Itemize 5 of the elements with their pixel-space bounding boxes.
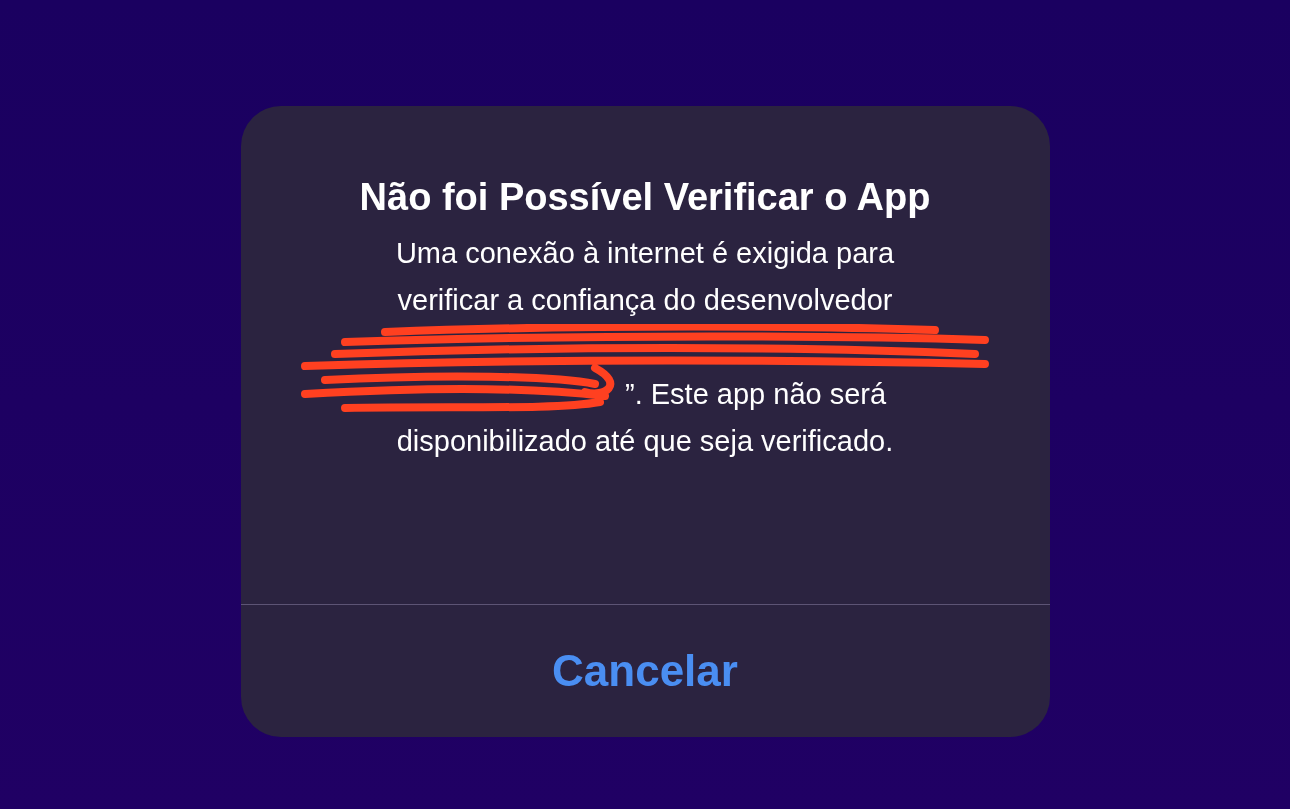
alert-message: disponibilizado até que seja verificado. (395, 424, 895, 459)
alert-title: Não foi Possível Verificar o App (358, 175, 932, 220)
alert-message: Uma conexão à internet é exigida para verificar a confiança do desenvolvedor (394, 236, 896, 318)
cancel-button[interactable]: Cancelar (240, 605, 1050, 737)
alert-message: ”. Este app não será (625, 377, 887, 412)
